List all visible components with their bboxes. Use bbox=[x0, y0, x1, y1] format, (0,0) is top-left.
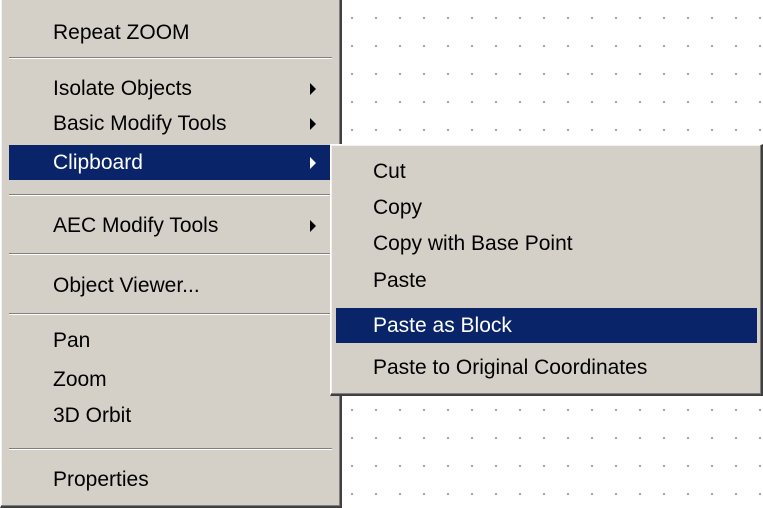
menu-item-label: Zoom bbox=[53, 368, 107, 391]
menu-item-label: Object Viewer... bbox=[53, 274, 200, 297]
menu-item-aec-modify-tools[interactable]: AEC Modify Tools bbox=[9, 208, 332, 243]
submenu-item-copy-with-base-point[interactable]: Copy with Base Point bbox=[336, 226, 757, 261]
menu-item-label: AEC Modify Tools bbox=[53, 214, 219, 237]
submenu-item-cut[interactable]: Cut bbox=[336, 154, 757, 189]
submenu-item-paste-to-original-coordinates[interactable]: Paste to Original Coordinates bbox=[336, 350, 757, 385]
menu-item-label: Copy bbox=[373, 196, 423, 219]
menu-item-object-viewer[interactable]: Object Viewer... bbox=[9, 268, 332, 303]
menu-item-label: Pan bbox=[53, 329, 91, 352]
menu-item-zoom[interactable]: Zoom bbox=[9, 362, 332, 397]
menu-item-repeat-zoom[interactable]: Repeat ZOOM bbox=[9, 15, 332, 50]
menu-separator bbox=[9, 57, 332, 59]
submenu-item-copy[interactable]: Copy bbox=[336, 190, 757, 225]
menu-item-basic-modify-tools[interactable]: Basic Modify Tools bbox=[9, 106, 332, 141]
menu-item-label: Paste to Original Coordinates bbox=[373, 356, 648, 379]
clipboard-submenu: Cut Copy Copy with Base Point Paste Past… bbox=[330, 144, 763, 396]
menu-item-label: Repeat ZOOM bbox=[53, 21, 190, 44]
menu-item-3d-orbit[interactable]: 3D Orbit bbox=[9, 398, 332, 433]
context-menu: Repeat ZOOM Isolate Objects Basic Modify… bbox=[0, 0, 342, 508]
submenu-arrow-icon bbox=[310, 220, 316, 232]
menu-item-label: Cut bbox=[373, 160, 406, 183]
menu-separator bbox=[9, 253, 332, 255]
menu-item-label: Properties bbox=[53, 468, 149, 491]
menu-item-label: 3D Orbit bbox=[53, 404, 132, 427]
menu-separator bbox=[9, 313, 332, 315]
submenu-arrow-icon bbox=[310, 118, 316, 130]
submenu-arrow-icon bbox=[310, 83, 316, 95]
menu-item-pan[interactable]: Pan bbox=[9, 323, 332, 358]
submenu-arrow-icon bbox=[310, 157, 316, 169]
menu-separator bbox=[9, 194, 332, 196]
menu-item-label: Paste bbox=[373, 269, 427, 292]
menu-item-label: Isolate Objects bbox=[53, 77, 192, 100]
menu-item-label: Basic Modify Tools bbox=[53, 112, 227, 135]
menu-item-isolate-objects[interactable]: Isolate Objects bbox=[9, 71, 332, 106]
menu-item-clipboard[interactable]: Clipboard bbox=[9, 145, 332, 180]
menu-item-label: Clipboard bbox=[53, 151, 143, 174]
menu-item-label: Paste as Block bbox=[373, 314, 512, 337]
submenu-item-paste[interactable]: Paste bbox=[336, 263, 757, 298]
menu-item-label: Copy with Base Point bbox=[373, 232, 573, 255]
submenu-item-paste-as-block[interactable]: Paste as Block bbox=[336, 308, 757, 343]
menu-item-properties[interactable]: Properties bbox=[9, 462, 332, 497]
menu-separator bbox=[9, 448, 332, 450]
